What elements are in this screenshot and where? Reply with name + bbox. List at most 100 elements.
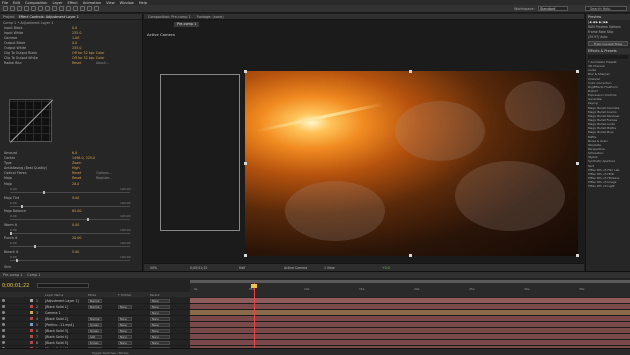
layer-handle[interactable]: [244, 162, 247, 165]
shape-tool-icon[interactable]: [45, 6, 50, 11]
workspace-select[interactable]: Standard: [538, 6, 568, 11]
menu-effect[interactable]: Effect: [67, 1, 77, 5]
menu-window[interactable]: Window: [120, 1, 134, 5]
resolution-select[interactable]: Half: [239, 266, 245, 270]
blend-mode-select[interactable]: Screen: [88, 341, 102, 345]
tab-comp-timeline[interactable]: Comp 1: [27, 273, 40, 277]
menu-file[interactable]: File: [2, 1, 8, 5]
visibility-eye-icon[interactable]: [2, 305, 5, 308]
slider-knob[interactable]: [10, 231, 12, 235]
value-slider[interactable]: [10, 258, 130, 262]
slider-knob[interactable]: [43, 191, 46, 194]
track-matte-select[interactable]: None: [118, 317, 132, 321]
pan-behind-tool-icon[interactable]: [38, 6, 43, 11]
blend-mode-select[interactable]: Normal: [88, 299, 102, 303]
layer-handle[interactable]: [576, 254, 579, 257]
value-slider[interactable]: [10, 231, 130, 235]
property-value[interactable]: 65.00: [72, 209, 81, 214]
parent-select[interactable]: None: [150, 317, 170, 321]
label-color-swatch[interactable]: [30, 323, 33, 326]
current-time-display[interactable]: 0;00;01;22: [190, 266, 207, 270]
value-slider[interactable]: [10, 245, 130, 248]
timeline-current-time[interactable]: 0;00;01;22: [2, 283, 29, 289]
exposure-value[interactable]: +0.0: [382, 266, 390, 270]
composition-viewer[interactable]: [245, 71, 578, 256]
effects-search-input[interactable]: [588, 55, 628, 59]
layer-handle[interactable]: [409, 70, 412, 73]
visibility-eye-icon[interactable]: [2, 299, 5, 302]
property-link[interactable]: About...: [96, 61, 109, 66]
text-tool-icon[interactable]: [59, 6, 64, 11]
parent-select[interactable]: None: [150, 323, 170, 327]
label-color-swatch[interactable]: [30, 305, 33, 308]
visibility-eye-icon[interactable]: [2, 311, 5, 314]
menu-layer[interactable]: Layer: [52, 1, 62, 5]
zoom-tool-icon[interactable]: [17, 6, 22, 11]
hand-tool-icon[interactable]: [10, 6, 15, 11]
layer-handle[interactable]: [576, 70, 579, 73]
visibility-eye-icon[interactable]: [2, 341, 5, 344]
visibility-eye-icon[interactable]: [2, 323, 5, 326]
property-value[interactable]: 0.00: [72, 223, 79, 228]
layer-handle[interactable]: [409, 254, 412, 257]
menu-view[interactable]: View: [106, 1, 115, 5]
track-matte-select[interactable]: None: [118, 329, 132, 333]
skin-property-row[interactable]: Skin: [0, 265, 143, 270]
slider-knob[interactable]: [15, 258, 18, 262]
menu-edit[interactable]: Edit: [13, 1, 20, 5]
from-current-time-checkbox[interactable]: From Current Time: [588, 41, 628, 46]
blend-mode-select[interactable]: Screen: [88, 323, 102, 327]
timeline-search-input[interactable]: [37, 283, 89, 288]
visibility-eye-icon[interactable]: [2, 329, 5, 332]
property-row[interactable]: Radial Blur Reset About...: [0, 61, 142, 66]
tab-precomp[interactable]: Pre-comp 1: [174, 22, 200, 27]
pen-tool-icon[interactable]: [52, 6, 57, 11]
selection-tool-icon[interactable]: [3, 6, 8, 11]
playhead[interactable]: [254, 283, 255, 349]
parent-select[interactable]: None: [150, 305, 170, 309]
property-value[interactable]: 5.00: [72, 250, 79, 255]
slider-knob[interactable]: [86, 218, 89, 221]
camera-tool-icon[interactable]: [31, 6, 36, 11]
property-row[interactable]: Mojo Reset Register...: [0, 176, 143, 181]
label-color-swatch[interactable]: [30, 311, 33, 314]
property-link[interactable]: Register...: [96, 176, 112, 181]
value-slider[interactable]: [10, 204, 130, 208]
slider-knob[interactable]: [33, 245, 36, 248]
property-value[interactable]: 28.0: [72, 182, 79, 187]
visibility-eye-icon[interactable]: [2, 317, 5, 320]
property-value[interactable]: Reset: [72, 61, 81, 66]
value-slider[interactable]: [10, 191, 130, 194]
brush-tool-icon[interactable]: [66, 6, 71, 11]
property-value[interactable]: 9.00: [72, 196, 79, 201]
label-color-swatch[interactable]: [30, 329, 33, 332]
help-search-input[interactable]: Search Help: [585, 6, 627, 11]
rotate-tool-icon[interactable]: [24, 6, 29, 11]
blend-mode-select[interactable]: Screen: [88, 329, 102, 333]
frame-rate-value[interactable]: (29.97) Auto: [586, 35, 630, 40]
roto-brush-tool-icon[interactable]: [87, 6, 92, 11]
property-value[interactable]: 20.00: [72, 236, 81, 241]
layer-handle[interactable]: [244, 254, 247, 257]
label-color-swatch[interactable]: [30, 341, 33, 344]
menu-help[interactable]: Help: [139, 1, 147, 5]
parent-select[interactable]: None: [150, 299, 170, 303]
tab-footage[interactable]: Footage: (none): [197, 15, 224, 19]
eraser-tool-icon[interactable]: [80, 6, 85, 11]
label-color-swatch[interactable]: [30, 299, 33, 302]
tab-project[interactable]: Project: [3, 15, 15, 19]
value-slider[interactable]: [10, 218, 130, 221]
effects-category-item[interactable]: Tiffen Dfx v3 Light: [586, 184, 630, 188]
visibility-eye-icon[interactable]: [2, 335, 5, 338]
property-value[interactable]: Reset: [72, 176, 81, 181]
track-matte-select[interactable]: None: [118, 305, 132, 309]
tab-effect-controls[interactable]: Effect Controls: Adjustment Layer 1: [19, 15, 79, 19]
parent-select[interactable]: None: [150, 311, 170, 315]
blend-mode-select[interactable]: Normal: [88, 317, 102, 321]
magnification-select[interactable]: 50%: [150, 266, 157, 270]
layer-handle[interactable]: [576, 162, 579, 165]
track-matte-select[interactable]: None: [118, 335, 132, 339]
menu-animation[interactable]: Animation: [83, 1, 101, 5]
menu-composition[interactable]: Composition: [25, 1, 47, 5]
label-color-swatch[interactable]: [30, 335, 33, 338]
